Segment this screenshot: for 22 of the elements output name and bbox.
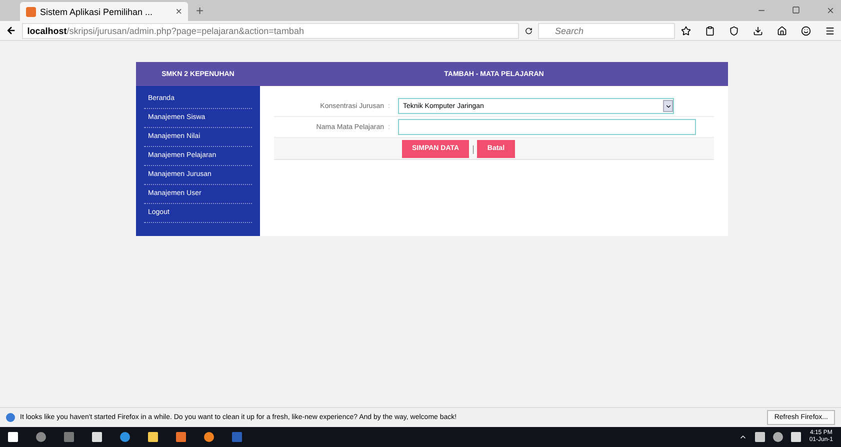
info-icon bbox=[6, 413, 15, 422]
restore-icon[interactable] bbox=[792, 6, 800, 14]
shield-icon[interactable] bbox=[729, 26, 739, 36]
home-icon[interactable] bbox=[777, 26, 787, 36]
button-separator: | bbox=[472, 144, 474, 154]
star-icon[interactable] bbox=[681, 26, 691, 36]
close-icon[interactable]: × bbox=[176, 6, 182, 18]
reload-icon[interactable] bbox=[524, 26, 532, 34]
input-field[interactable] bbox=[398, 119, 696, 135]
download-icon[interactable] bbox=[753, 26, 763, 36]
caret-icon bbox=[664, 102, 672, 110]
search-field[interactable]: Search bbox=[538, 22, 675, 38]
clipboard-icon[interactable] bbox=[705, 26, 715, 36]
close-icon[interactable] bbox=[826, 6, 835, 15]
address-field[interactable]: localhost/skripsi/jurusan/admin.php?page=pelajaran&action=tambah bbox=[22, 22, 519, 38]
new-tab-button[interactable]: + bbox=[196, 3, 204, 18]
back-icon[interactable] bbox=[6, 25, 16, 36]
browser-tab[interactable]: Sistem Aplikasi Pemilihan ... × bbox=[20, 2, 188, 21]
favicon-icon bbox=[26, 6, 36, 16]
caret-icon[interactable] bbox=[739, 433, 748, 441]
menu-icon[interactable] bbox=[825, 26, 835, 36]
smiley-icon[interactable] bbox=[801, 26, 811, 36]
